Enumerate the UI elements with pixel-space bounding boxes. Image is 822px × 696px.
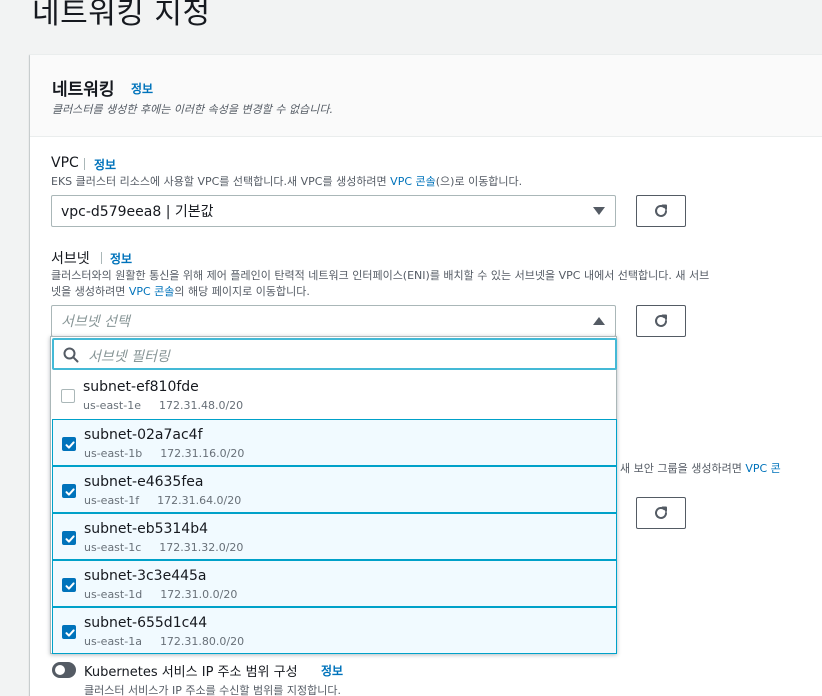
subnet-cidr: 172.31.0.0/20 [160,588,238,601]
check-icon [65,629,75,637]
subnet-az: us-east-1f [84,494,140,507]
subnet-option[interactable]: subnet-eb5314b4 us-east-1c 172.31.32.0/20 [52,513,617,560]
refresh-icon [655,204,667,217]
subnet-tags: us-east-1c 172.31.32.0/20 [84,541,243,554]
subnet-option[interactable]: subnet-3c3e445a us-east-1d 172.31.0.0/20 [52,560,617,607]
section-title: 네트워킹 [52,80,115,100]
check-icon [65,582,75,590]
subnet-placeholder: 서브넷 선택 [61,314,130,330]
check-icon [65,488,75,496]
subnet-option[interactable]: subnet-02a7ac4f us-east-1b 172.31.16.0/20 [52,419,617,466]
panel-header: 네트워킹 정보 클러스터를 생성한 후에는 이러한 속성을 변경할 수 없습니다… [30,55,822,137]
vpc-refresh-button[interactable] [636,195,686,227]
subnet-name: subnet-655d1c44 [84,615,208,631]
subnet-option[interactable]: subnet-e4635fea us-east-1f 172.31.64.0/20 [52,466,617,513]
caret-down-icon [593,207,605,215]
subnet-az: us-east-1c [84,541,142,554]
vpc-info-link[interactable]: 정보 [94,156,116,173]
filter-placeholder: 서브넷 필터링 [88,349,170,365]
subnet-tags: us-east-1b 172.31.16.0/20 [84,447,244,460]
vpc-label: VPC [51,155,79,171]
subnet-az: us-east-1e [83,399,141,412]
label-divider [101,252,102,264]
refresh-icon [655,506,667,519]
check-icon [65,441,75,449]
k8s-info-link[interactable]: 정보 [321,662,343,679]
search-icon [63,347,79,363]
subnet-az: us-east-1b [84,447,143,460]
subnet-cidr: 172.31.16.0/20 [160,447,245,460]
subnet-option[interactable]: subnet-655d1c44 us-east-1a 172.31.80.0/20 [52,607,617,654]
subnet-tags: us-east-1f 172.31.64.0/20 [84,494,241,507]
subnet-refresh-button[interactable] [636,305,686,337]
label-divider [84,158,85,170]
subnet-cidr: 172.31.80.0/20 [159,635,245,648]
section-info-link[interactable]: 정보 [131,80,153,97]
refresh-icon [655,314,667,327]
subnet-name: subnet-e4635fea [84,474,204,490]
subnet-name: subnet-ef810fde [83,379,199,395]
section-description: 클러스터를 생성한 후에는 이러한 속성을 변경할 수 없습니다. [52,103,333,116]
k8s-ip-range-toggle[interactable] [52,662,76,678]
subnet-select[interactable]: 서브넷 선택 [51,305,616,337]
subnet-name: subnet-02a7ac4f [84,427,203,443]
vpc-selected-value: vpc-d579eea8 | 기본값 [61,204,214,220]
subnet-filter-input[interactable]: 서브넷 필터링 [52,338,617,370]
security-group-refresh-button[interactable] [636,497,686,529]
vpc-console-link[interactable]: VPC 콘솔 [390,175,436,188]
check-icon [65,535,75,543]
vpc-description: EKS 클러스터 리소스에 사용할 VPC를 선택합니다.새 VPC를 생성하려… [51,175,523,188]
subnet-option[interactable]: subnet-ef810fde us-east-1e 172.31.48.0/20 [52,372,617,419]
k8s-toggle-label: Kubernetes 서비스 IP 주소 범위 구성 [84,665,298,680]
subnet-checkbox[interactable] [62,625,76,639]
subnet-checkbox[interactable] [62,484,76,498]
subnet-tags: us-east-1a 172.31.80.0/20 [84,635,244,648]
subnet-label: 서브넷 [51,251,90,267]
subnet-cidr: 172.31.32.0/20 [159,541,244,554]
subnet-vpc-console-link[interactable]: VPC 콘솔 [129,285,175,298]
security-group-description: 새 보안 그룹을 생성하려면 VPC 콘 [620,462,781,475]
caret-up-icon [593,317,605,325]
subnet-cidr: 172.31.64.0/20 [157,494,242,507]
subnet-az: us-east-1d [84,588,143,601]
subnet-tags: us-east-1d 172.31.0.0/20 [84,588,237,601]
page-title: 네트워킹 지정 [32,0,211,31]
k8s-description: 클러스터 서비스가 IP 주소를 수신할 범위를 지정합니다. [84,684,341,696]
subnet-checkbox[interactable] [62,531,76,545]
sg-vpc-console-link[interactable]: VPC 콘 [745,462,780,475]
subnet-checkbox[interactable] [62,578,76,592]
subnet-dropdown: 서브넷 필터링 subnet-ef810fde us-east-1e 172.31.… [50,336,617,654]
subnet-info-link[interactable]: 정보 [110,250,132,267]
subnet-tags: us-east-1e 172.31.48.0/20 [83,399,243,412]
subnet-checkbox[interactable] [61,389,75,403]
subnet-description: 클러스터와의 원활한 통신을 위해 제어 플레인이 탄력적 네트워크 인터페이스… [51,269,710,298]
subnet-name: subnet-eb5314b4 [84,521,209,537]
subnet-name: subnet-3c3e445a [84,568,207,584]
subnet-cidr: 172.31.48.0/20 [158,399,244,412]
subnet-checkbox[interactable] [62,437,76,451]
subnet-az: us-east-1a [84,635,142,648]
vpc-select[interactable]: vpc-d579eea8 | 기본값 [51,195,616,227]
